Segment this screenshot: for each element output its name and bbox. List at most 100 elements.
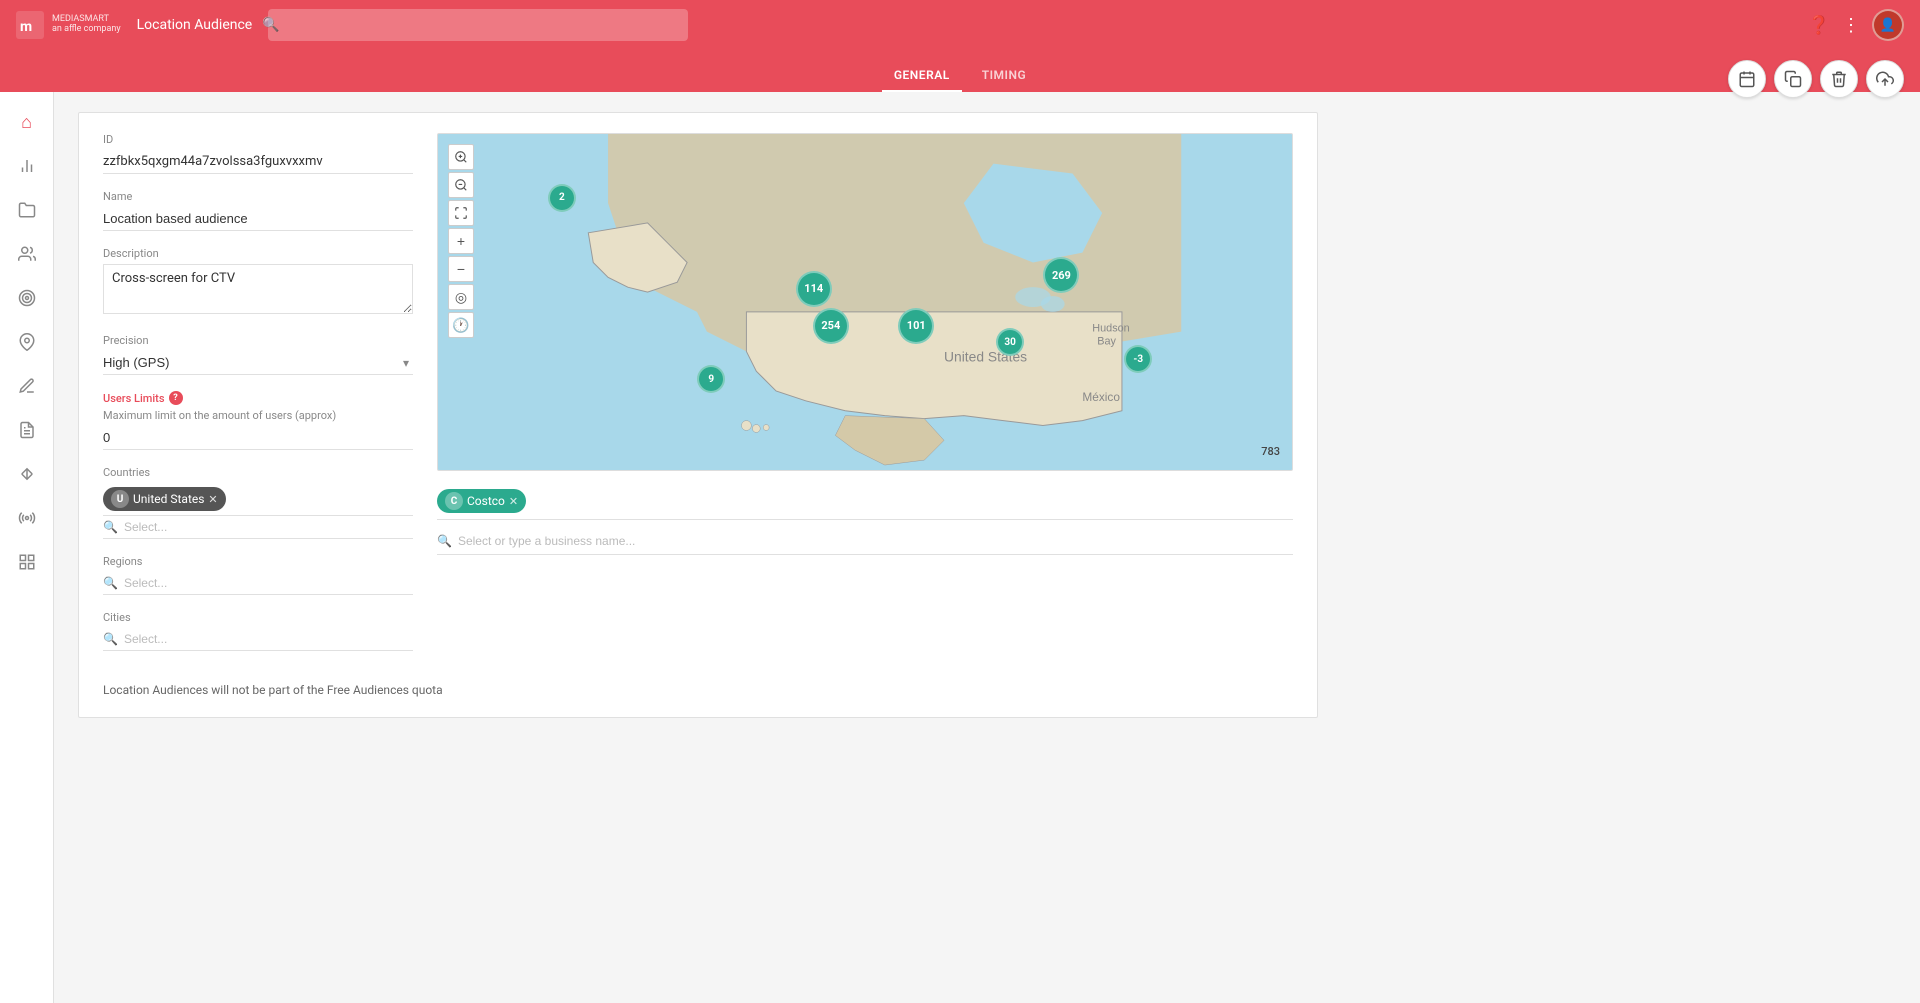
business-chips-area: C Costco ✕ [437,483,1293,520]
logo-area: m MEDIASMART an affle company [16,11,121,39]
countries-label: Countries [103,466,413,479]
sidebar-item-charts[interactable] [7,146,47,186]
users-limits-sublabel: Maximum limit on the amount of users (ap… [103,409,413,422]
map-time-btn[interactable]: 🕐 [448,312,474,338]
copy-button[interactable] [1774,60,1812,98]
sidebar-item-targeting[interactable] [7,278,47,318]
regions-row: Regions 🔍 [103,555,413,595]
map-fullscreen-btn[interactable] [448,200,474,226]
tab-general[interactable]: GENERAL [882,60,962,92]
avatar[interactable]: 👤 [1872,9,1904,41]
sidebar-item-tools[interactable] [7,366,47,406]
business-chip-costco: C Costco ✕ [437,489,526,513]
description-row: Description Cross-screen for CTV [103,247,413,318]
precision-label: Precision [103,334,413,347]
left-form: ID zzfbkx5qxgm44a7zvolssa3fguxvxxmv Name… [103,133,413,667]
users-limits-row: Users Limits ? Maximum limit on the amou… [103,391,413,450]
content-area: ID zzfbkx5qxgm44a7zvolssa3fguxvxxmv Name… [54,92,1920,1003]
tab-timing[interactable]: TIMING [970,60,1038,92]
business-search-field: 🔍 [437,528,1293,555]
svg-text:Bay: Bay [1097,335,1116,347]
map-marker-269: 269 [1043,257,1079,293]
regions-label: Regions [103,555,413,568]
map-plus-btn[interactable]: + [448,228,474,254]
main-search-input[interactable] [268,9,688,41]
business-search-icon: 🔍 [437,534,452,548]
cities-search-icon: 🔍 [103,632,118,646]
search-wrapper: 🔍 [252,9,688,41]
precision-select[interactable]: High (GPS) Medium Low [103,351,413,374]
countries-chips-area: U United States ✕ [103,483,413,516]
sidebar-item-home[interactable]: ⌂ [7,102,47,142]
header-title: Location Audience [137,17,253,33]
map-zoom-out-btn[interactable] [448,172,474,198]
cities-search-input[interactable] [124,632,413,646]
calendar-button[interactable] [1728,60,1766,98]
name-label: Name [103,190,413,203]
map-controls: + − ◎ 🕐 [448,144,474,338]
regions-search-icon: 🔍 [103,576,118,590]
header-right: ❓ ⋮ 👤 [1808,9,1904,41]
map-marker-9: 9 [697,365,725,393]
business-chip-letter: C [445,492,463,510]
business-chip-remove[interactable]: ✕ [509,495,518,508]
two-col-layout: ID zzfbkx5qxgm44a7zvolssa3fguxvxxmv Name… [103,133,1293,667]
regions-search-input[interactable] [124,576,413,590]
map-marker-101: 101 [898,308,934,344]
countries-search-input[interactable] [124,520,413,534]
map-number-783: 783 [1261,445,1280,458]
sidebar-item-reports[interactable] [7,410,47,450]
cities-row: Cities 🔍 [103,611,413,651]
map-marker-114: 114 [796,271,832,307]
left-sidebar: ⌂ [0,92,54,1003]
upload-button[interactable] [1866,60,1904,98]
top-header: m MEDIASMART an affle company Location A… [0,0,1920,50]
map-container[interactable]: United States Hudson Bay México [437,133,1293,471]
sidebar-item-location[interactable] [7,322,47,362]
logo-text: MEDIASMART an affle company [52,15,121,35]
form-panel: ID zzfbkx5qxgm44a7zvolssa3fguxvxxmv Name… [78,112,1318,718]
map-marker-2: 2 [548,184,576,212]
name-row: Name [103,190,413,231]
svg-text:México: México [1082,390,1120,404]
users-limits-help-icon: ? [169,391,183,405]
id-value: zzfbkx5qxgm44a7zvolssa3fguxvxxmv [103,150,413,174]
sidebar-item-transfer[interactable] [7,454,47,494]
users-limits-input[interactable] [103,426,413,450]
regions-search-field: 🔍 [103,572,413,595]
users-limits-label: Users Limits ? [103,391,413,405]
country-chip-letter: U [111,490,129,508]
main-layout: ⌂ [0,92,1920,1003]
countries-search-icon: 🔍 [103,520,118,534]
id-label: ID [103,133,413,146]
countries-search-field: 🔍 [103,516,413,539]
right-map-area: United States Hudson Bay México [437,133,1293,667]
country-chip-us: U United States ✕ [103,487,226,511]
delete-button[interactable] [1820,60,1858,98]
help-button[interactable]: ❓ [1808,15,1830,36]
sidebar-item-audience[interactable] [7,234,47,274]
country-chip-label: United States [133,492,204,506]
sidebar-item-campaigns[interactable] [7,190,47,230]
map-locate-btn[interactable]: ◎ [448,284,474,310]
description-label: Description [103,247,413,260]
country-chip-remove[interactable]: ✕ [208,493,217,506]
cities-search-field: 🔍 [103,628,413,651]
map-marker-254: 254 [813,308,849,344]
more-options-button[interactable]: ⋮ [1842,15,1860,36]
sidebar-item-grid[interactable] [7,542,47,582]
map-minus-btn[interactable]: − [448,256,474,282]
footer-note: Location Audiences will not be part of t… [103,683,1293,697]
business-search-input[interactable] [458,534,1293,548]
sidebar-item-radio[interactable] [7,498,47,538]
description-textarea[interactable]: Cross-screen for CTV [103,264,413,314]
business-chip-label: Costco [467,494,505,508]
cities-label: Cities [103,611,413,624]
name-input[interactable] [103,207,413,231]
logo-icon: m [16,11,44,39]
map-zoom-in-btn[interactable] [448,144,474,170]
countries-row: Countries U United States ✕ 🔍 [103,466,413,539]
precision-row: Precision High (GPS) Medium Low ▾ [103,334,413,375]
map-marker-neg3: -3 [1124,345,1152,373]
svg-text:m: m [20,19,32,35]
